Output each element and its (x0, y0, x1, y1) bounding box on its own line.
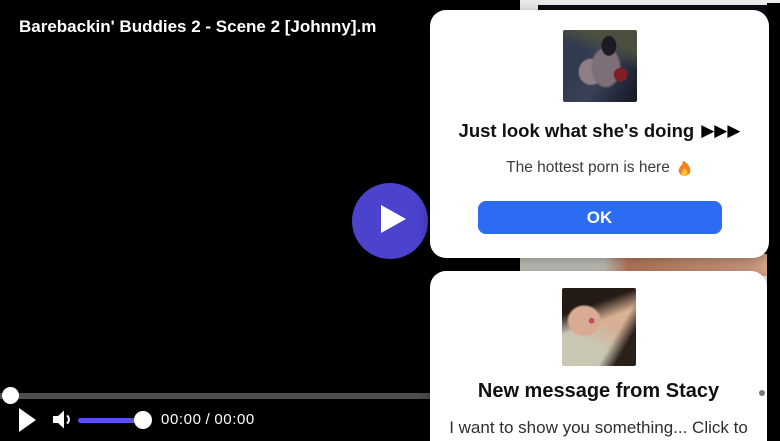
fire-emoji-icon (676, 158, 693, 177)
time-separator: / (205, 411, 211, 428)
big-play-button[interactable] (352, 183, 428, 259)
current-time: 00:00 (161, 411, 202, 428)
page: Barebackin' Buddies 2 - Scene 2 [Johnny]… (0, 0, 780, 441)
play-button[interactable] (18, 407, 37, 438)
popup-offer-dialog[interactable]: Just look what she's doing ▶▶▶ The hotte… (430, 10, 769, 258)
offer-thumbnail-image[interactable] (562, 30, 637, 102)
message-title: New message from Stacy (477, 380, 720, 402)
message-avatar-image[interactable] (561, 288, 636, 366)
offer-subtitle: The hottest porn is here (506, 158, 693, 177)
triple-arrow-icon: ▶▶▶ (701, 121, 741, 141)
seek-thumb[interactable] (2, 387, 19, 404)
video-title: Barebackin' Buddies 2 - Scene 2 [Johnny]… (19, 17, 377, 36)
popup-message-dialog[interactable]: New message from Stacy I want to show yo… (430, 271, 767, 441)
scroll-dot (759, 390, 765, 396)
volume-icon[interactable] (51, 409, 73, 435)
duration: 00:00 (214, 411, 255, 428)
offer-title: Just look what she's doing ▶▶▶ (459, 120, 741, 142)
volume-thumb[interactable] (134, 411, 152, 429)
offer-subtitle-text: The hottest porn is here (506, 158, 670, 176)
message-body[interactable]: I want to show you something... Click to (449, 418, 748, 438)
ok-button[interactable]: OK (477, 201, 722, 234)
play-icon (374, 204, 407, 239)
time-display: 00:00/00:00 (161, 411, 259, 428)
offer-title-text: Just look what she's doing (458, 120, 695, 141)
